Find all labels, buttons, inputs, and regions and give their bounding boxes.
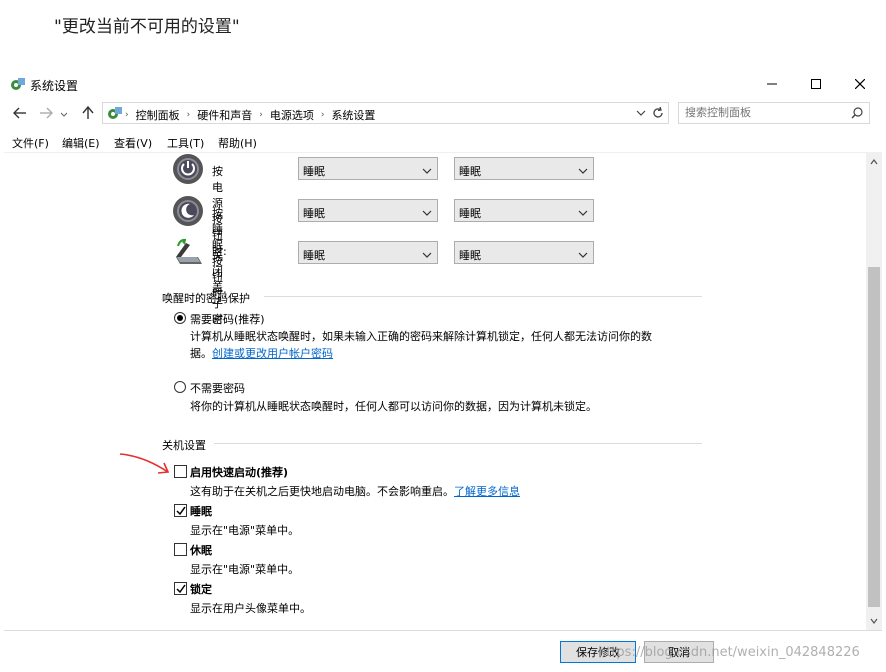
settings-content: 按电源按钮时: 睡眠 睡眠 按睡眠按钮时: 睡眠 睡眠 关闭盖子时: 睡眠 睡眠… [4,152,866,630]
select-value: 睡眠 [459,249,481,262]
radio-selected-dot [177,315,183,321]
control-panel-icon [10,76,26,92]
maximize-icon [811,79,821,89]
lid-close-plugged-select[interactable]: 睡眠 [454,241,594,264]
address-bar[interactable]: › 控制面板 › 硬件和声音 › 电源选项 › 系统设置 [102,102,669,124]
vertical-scrollbar[interactable] [866,152,882,630]
chevron-down-icon [578,207,588,220]
lid-close-battery-select[interactable]: 睡眠 [298,241,438,264]
section-divider [264,296,702,297]
fast-startup-desc-text: 这有助于在关机之后更快地启动电脑。不会影响重启。 [190,485,454,498]
chevron-down-icon [422,165,432,178]
fast-startup-description: 这有助于在关机之后更快地启动电脑。不会影响重启。了解更多信息 [190,483,520,499]
title-bar: 系统设置 [4,68,882,100]
sleep-button-plugged-select[interactable]: 睡眠 [454,199,594,222]
no-password-label[interactable]: 不需要密码 [190,380,245,396]
require-password-desc-line2-prefix: 据。 [190,347,212,360]
sleep-label[interactable]: 睡眠 [190,503,212,519]
select-value: 睡眠 [459,207,481,220]
hibernate-checkbox[interactable] [174,543,187,556]
laptop-lid-icon [172,237,204,269]
search-box[interactable] [678,102,870,124]
minimize-icon [767,79,777,89]
menu-help[interactable]: 帮助(H) [218,135,257,151]
select-value: 睡眠 [459,165,481,178]
checkmark-icon [176,506,186,516]
no-password-radio[interactable] [174,381,186,393]
refresh-icon[interactable] [651,106,665,123]
search-input[interactable] [685,106,835,119]
control-panel-small-icon [107,106,123,123]
select-value: 睡眠 [303,207,325,220]
create-change-password-link[interactable]: 创建或更改用户帐户密码 [212,347,333,360]
window-title: 系统设置 [30,79,79,93]
scroll-down-icon[interactable] [870,614,878,627]
chevron-down-icon [60,108,68,121]
power-button-plugged-select[interactable]: 睡眠 [454,157,594,180]
annotation-arrow-icon [119,453,170,474]
breadcrumb-separator-icon: › [320,109,325,120]
menu-tools[interactable]: 工具(T) [167,135,204,151]
chevron-down-icon [578,249,588,262]
password-section-title: 唤醒时的密码保护 [162,292,250,305]
require-password-description: 计算机从睡眠状态唤醒时，如果未输入正确的密码来解除计算机锁定，任何人都无法访问你… [190,328,690,362]
chevron-down-icon [578,165,588,178]
sleep-button-icon [172,195,204,227]
breadcrumb-hardware-sound[interactable]: 硬件和声音 [192,107,257,123]
checkmark-icon [176,584,186,594]
breadcrumb-separator-icon: › [259,109,263,120]
system-settings-window: 系统设置 › 控制面板 › 硬件和声音 › 电源选项 › 系统设置 搜索控制面板… [4,68,882,672]
recent-locations-button[interactable] [56,106,72,122]
breadcrumb-system-settings[interactable]: 系统设置 [326,107,380,123]
menu-bar: 文件(F) 编辑(E) 查看(V) 工具(T) 帮助(H) [4,132,882,152]
scrollbar-thumb[interactable] [868,267,880,607]
search-icon[interactable] [851,107,863,122]
require-password-radio[interactable] [174,312,186,324]
no-password-description: 将你的计算机从睡眠状态唤醒时，任何人都可以访问你的数据，因为计算机未锁定。 [190,400,597,413]
arrow-left-icon [13,107,27,122]
breadcrumb-control-panel[interactable]: 控制面板 [131,107,185,123]
menu-view[interactable]: 查看(V) [114,135,152,151]
breadcrumb-separator-icon: › [186,109,191,120]
up-button[interactable] [80,105,96,123]
fast-startup-label[interactable]: 启用快速启动(推荐) [190,464,288,480]
back-button[interactable] [12,106,28,122]
close-button[interactable] [838,68,882,100]
caption-text: "更改当前不可用的设置" [54,17,240,37]
scroll-up-icon[interactable] [870,155,878,168]
sleep-checkbox[interactable] [174,504,187,517]
lock-label[interactable]: 锁定 [190,581,212,597]
arrow-right-icon [39,107,53,122]
section-divider [214,443,702,444]
lock-checkbox[interactable] [174,582,187,595]
close-icon [855,79,865,89]
power-button-icon [172,153,204,185]
lock-description: 显示在用户头像菜单中。 [190,602,311,615]
power-button-battery-select[interactable]: 睡眠 [298,157,438,180]
watermark-text: https://blog.csdn.net/weixin_042848226 [598,645,860,660]
arrow-up-icon [82,105,94,123]
fast-startup-checkbox[interactable] [174,465,187,478]
chevron-down-icon [422,249,432,262]
breadcrumb-separator-icon: › [125,109,129,120]
maximize-button[interactable] [794,68,838,100]
breadcrumb-power-options[interactable]: 电源选项 [265,107,319,123]
navigation-bar: › 控制面板 › 硬件和声音 › 电源选项 › 系统设置 [4,100,882,128]
chevron-down-icon [422,207,432,220]
minimize-button[interactable] [750,68,794,100]
select-value: 睡眠 [303,165,325,178]
hibernate-label[interactable]: 休眠 [190,542,212,558]
menu-edit[interactable]: 编辑(E) [62,135,100,151]
sleep-description: 显示在"电源"菜单中。 [190,524,300,537]
forward-button[interactable] [38,106,54,122]
address-dropdown-icon[interactable] [636,107,646,120]
require-password-label[interactable]: 需要密码(推荐) [190,311,265,327]
hibernate-description: 显示在"电源"菜单中。 [190,563,300,576]
select-value: 睡眠 [303,249,325,262]
require-password-desc-line2: 据。创建或更改用户帐户密码 [190,345,690,362]
menu-file[interactable]: 文件(F) [12,135,49,151]
learn-more-link[interactable]: 了解更多信息 [454,485,520,498]
require-password-desc-line1: 计算机从睡眠状态唤醒时，如果未输入正确的密码来解除计算机锁定，任何人都无法访问你… [190,330,652,343]
sleep-button-battery-select[interactable]: 睡眠 [298,199,438,222]
